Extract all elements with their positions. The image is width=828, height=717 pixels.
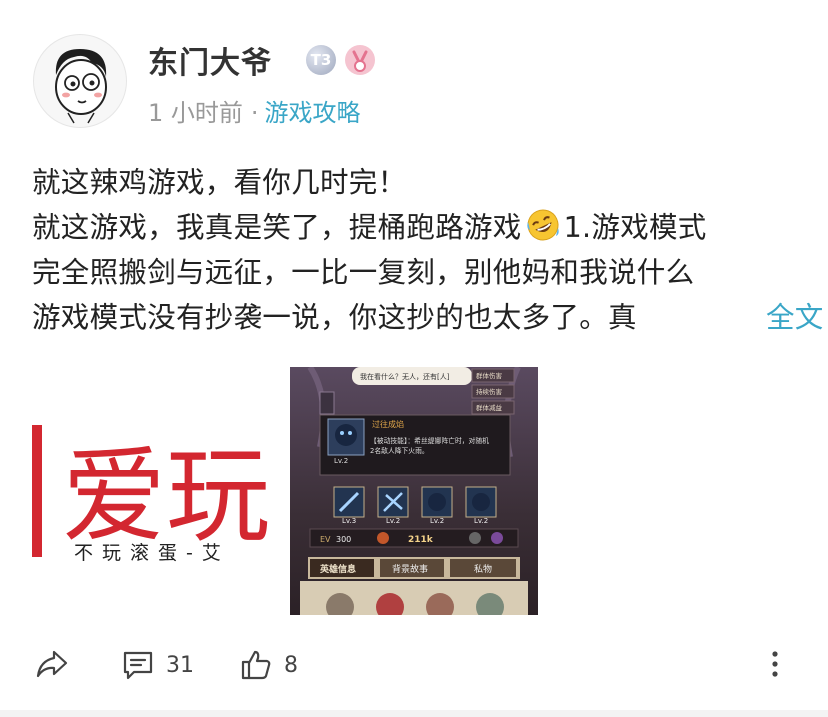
skill-level: Lv.2	[334, 457, 348, 465]
ev-value: 300	[336, 535, 351, 544]
post-line-4: 游戏模式没有抄袭一说，你这抄的也太多了。真 全文	[32, 295, 823, 340]
topic-link[interactable]: 游戏攻略	[265, 99, 361, 127]
like-count: 8	[284, 652, 298, 678]
game-tab-background: 背景故事	[392, 563, 428, 575]
card-divider	[0, 710, 828, 717]
more-options-button[interactable]	[768, 649, 782, 679]
power-value: 211k	[408, 535, 434, 545]
comment-count: 31	[166, 652, 194, 678]
more-vertical-icon	[772, 651, 778, 677]
post-body[interactable]: 就这辣鸡游戏，看你几时完！ 就这游戏，我真是笑了，提桶跑路游戏 1.游戏模式 完…	[32, 160, 823, 340]
ev-label: EV	[320, 535, 331, 544]
action-bar: 31 8	[0, 640, 828, 690]
post-line-4-text: 游戏模式没有抄袭一说，你这抄的也太多了。真	[32, 301, 637, 334]
post-line-2-tail: 1.游戏模式	[563, 211, 707, 244]
like-button[interactable]: 8	[240, 649, 298, 681]
tag-3: 群体减益	[476, 403, 503, 412]
game-tab-hero-info: 英雄信息	[319, 563, 356, 575]
skill-icon-3-level: Lv.2	[430, 517, 444, 525]
post-title: 就这辣鸡游戏，看你几时完！	[32, 166, 407, 199]
thumbs-up-icon	[241, 650, 271, 680]
post-line-2-text: 就这游戏，我真是笑了，提桶跑路游戏	[32, 211, 522, 244]
skill-desc-1: 【被动技能】：希丝缇娜阵亡时，对随机	[370, 436, 489, 445]
skill-tags: 群体伤害 持续伤害 群体减益	[471, 368, 515, 415]
post-line-3: 完全照搬剑与远征，一比一复刻，别他妈和我说什么	[32, 256, 695, 289]
comment-button[interactable]: 31	[122, 649, 194, 681]
skill-icon-1-level: Lv.3	[342, 517, 356, 525]
level-badge: T3	[306, 45, 336, 75]
post-meta: 1 小时前 · 游戏攻略	[148, 93, 361, 128]
share-button[interactable]	[36, 649, 68, 679]
post-time: 1 小时前	[148, 99, 243, 127]
aiwan-logo-image: 爱玩 不玩滚蛋-艾	[32, 425, 270, 564]
speech-bubble-text: 我在看什么？无人，还有[人]	[360, 372, 450, 381]
post-line-2: 就这游戏，我真是笑了，提桶跑路游戏 1.游戏模式	[32, 205, 802, 250]
post-image-2[interactable]: 我在看什么？无人，还有[人] 群体伤害 持续伤害 群体减益 Lv.2 过往成焰 …	[290, 367, 538, 615]
rolling-laughing-emoji-icon	[526, 209, 559, 241]
username[interactable]: 东门大爷	[148, 38, 272, 82]
skill-name: 过往成焰	[372, 419, 404, 429]
meta-separator: ·	[250, 99, 259, 127]
avatar[interactable]	[33, 34, 127, 128]
post-image-1[interactable]: 爱玩 不玩滚蛋-艾	[32, 367, 286, 615]
tag-1: 群体伤害	[476, 371, 503, 380]
avatar-cartoon-face	[55, 49, 107, 124]
comment-icon	[123, 651, 153, 680]
logo-brand-text: 爱玩	[62, 435, 270, 557]
skill-desc-2: 2名敌人降下火雨。	[370, 446, 429, 455]
tag-2: 持续伤害	[476, 387, 503, 396]
skill-icon-4-level: Lv.2	[474, 517, 488, 525]
medal-badge-icon	[345, 45, 375, 75]
game-screenshot: 我在看什么？无人，还有[人] 群体伤害 持续伤害 群体减益 Lv.2 过往成焰 …	[290, 367, 538, 615]
skill-icon-2-level: Lv.2	[386, 517, 400, 525]
game-tab-private: 私物	[474, 563, 492, 575]
share-icon	[36, 650, 68, 678]
logo-slogan-text: 不玩滚蛋-艾	[74, 542, 230, 564]
read-more-link[interactable]: 全文	[766, 295, 824, 340]
